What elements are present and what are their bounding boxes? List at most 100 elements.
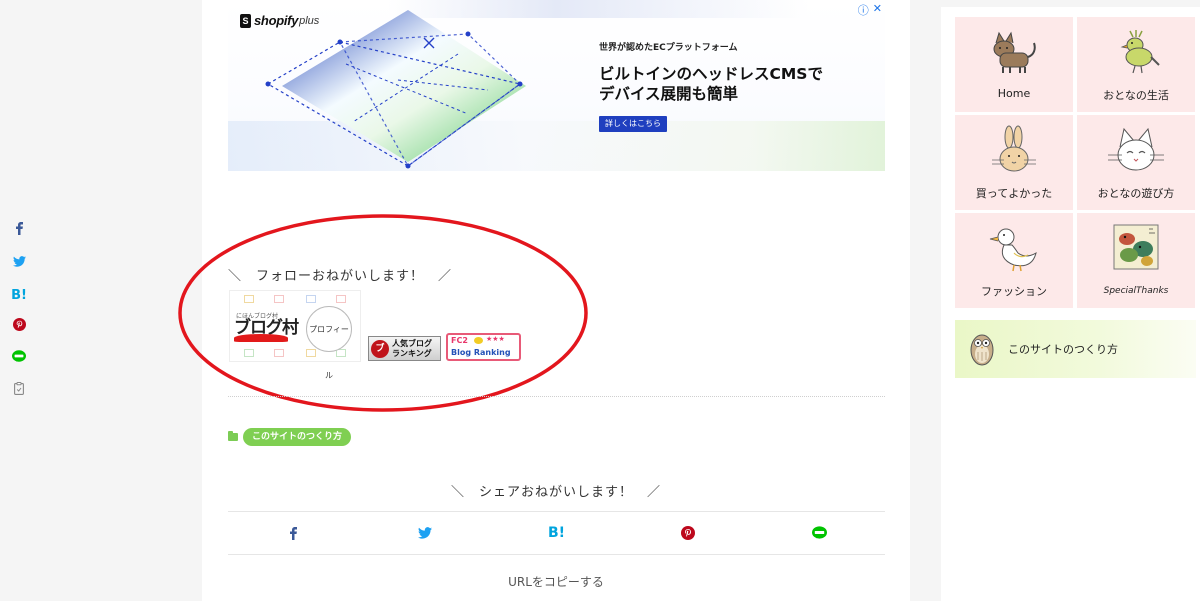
ad-diamond-graphic <box>265 10 526 169</box>
sidebar-item-home[interactable]: Home <box>955 17 1073 112</box>
ad-banner[interactable]: S shopify plus 世界が認めたECプラットフォーム ビルトインのヘッ… <box>228 0 885 171</box>
section-divider <box>228 396 885 397</box>
ninki-line1: 人気ブログ <box>392 339 432 348</box>
art-container <box>1077 125 1195 175</box>
ninki-blog-ranking-banner[interactable]: ブ 人気ブログ ランキング <box>368 336 441 361</box>
fc2-chick-icon <box>474 337 483 344</box>
folder-icon <box>228 431 238 441</box>
ad-controls: ⓘ ✕ <box>858 2 882 18</box>
birds-painting-icon <box>1113 224 1159 270</box>
sidebar-item-label: おとなの遊び方 <box>1097 187 1175 200</box>
share-buttons-row: B! <box>228 511 885 555</box>
floating-share-bar: B! <box>8 216 30 408</box>
ad-kicker: 世界が認めたECプラットフォーム <box>599 43 738 53</box>
facebook-icon <box>290 526 298 540</box>
twitter-share-button[interactable] <box>8 248 30 280</box>
main-content: S shopify plus 世界が認めたECプラットフォーム ビルトインのヘッ… <box>178 0 910 601</box>
facebook-share-button[interactable] <box>8 216 30 248</box>
shopify-bag-icon: S <box>240 13 251 28</box>
facebook-icon <box>15 222 23 235</box>
sidebar-item-label: ファッション <box>981 285 1047 298</box>
blogmura-swoosh <box>234 334 288 342</box>
sidebar-item-adult-life[interactable]: おとなの生活 <box>1077 17 1195 112</box>
share-heading-slash-right: ／ <box>647 485 662 500</box>
facebook-share-button-bottom[interactable] <box>228 512 359 554</box>
pinterest-share-button[interactable] <box>8 312 30 344</box>
hatena-bookmark-icon: B! <box>547 525 566 541</box>
art-container <box>955 125 1073 175</box>
art-container <box>955 27 1073 77</box>
cat-face-icon <box>1108 127 1164 171</box>
pencil-icon <box>336 295 346 303</box>
fc2-stars: ★★★ <box>486 335 505 343</box>
share-heading: ＼ シェアおねがいします！ ／ <box>202 481 910 500</box>
sidebar-item-label: おとなの生活 <box>1103 89 1169 102</box>
sidebar-item-fashion[interactable]: ファッション <box>955 213 1073 308</box>
line-share-button[interactable] <box>8 344 30 376</box>
ninki-text: 人気ブログ ランキング <box>392 339 432 359</box>
hatena-share-button-bottom[interactable]: B! <box>491 512 622 554</box>
art-container <box>1077 27 1195 77</box>
follow-heading: ＼ フォローおねがいします！ ／ <box>228 265 452 284</box>
shopify-plus-logo: S shopify plus <box>240 13 319 28</box>
pinterest-icon <box>680 526 695 540</box>
twitter-share-button-bottom[interactable] <box>359 512 490 554</box>
ad-info-icon[interactable]: ⓘ <box>858 2 869 18</box>
copy-icon <box>14 382 24 395</box>
note-icon <box>306 295 316 303</box>
pinterest-share-button-bottom[interactable] <box>622 512 753 554</box>
howto-label: このサイトのつくり方 <box>1008 343 1118 356</box>
ninki-line2: ランキング <box>392 349 432 358</box>
card-icon <box>244 349 254 357</box>
copy-url-button[interactable]: URLをコピーする <box>202 573 910 590</box>
follow-heading-text: フォローおねがいします！ <box>256 269 425 284</box>
line-icon <box>811 526 827 539</box>
ad-headline: ビルトインのヘッドレスCMSで デバイス展開も簡単 <box>599 64 823 104</box>
sidebar-item-special-thanks[interactable]: SpecialThanks <box>1077 213 1195 308</box>
cat-icon <box>993 31 1036 73</box>
sidebar: Home おとなの生活 買ってよかった おとなの遊び方 ファッション Speci… <box>941 7 1200 601</box>
fc2-label: FC2 <box>451 336 468 345</box>
ad-headline-line2: デバイス展開も簡単 <box>599 85 739 103</box>
fc2-blog-ranking-banner[interactable]: FC2 ★★★ Blog Ranking <box>446 333 521 361</box>
pinterest-icon <box>12 318 26 331</box>
blogmura-profile-circle: プロフィール <box>306 306 352 380</box>
sidebar-item-good-buys[interactable]: 買ってよかった <box>955 115 1073 210</box>
sidebar-item-site-howto[interactable]: このサイトのつくり方 <box>955 320 1196 378</box>
heading-slash-left: ＼ <box>228 269 243 284</box>
line-icon <box>12 350 26 362</box>
hatena-share-button[interactable]: B! <box>8 280 30 312</box>
sidebar-item-adult-play[interactable]: おとなの遊び方 <box>1077 115 1195 210</box>
ad-cta-button[interactable]: 詳しくはこちら <box>599 116 667 132</box>
sidebar-item-label: SpecialThanks <box>1103 286 1169 296</box>
duck-icon <box>989 228 1037 272</box>
folder-icon <box>306 349 316 357</box>
pen-icon <box>274 349 284 357</box>
heading-slash-right: ／ <box>438 269 453 284</box>
fc2-blog-ranking-text: Blog Ranking <box>451 348 511 357</box>
line-share-button-bottom[interactable] <box>754 512 885 554</box>
bird-icon <box>1120 30 1160 74</box>
crown-icon <box>244 295 254 303</box>
share-heading-text: シェアおねがいします！ <box>478 485 633 500</box>
rabbit-icon <box>992 125 1036 172</box>
doc-icon <box>274 295 284 303</box>
twitter-icon <box>418 527 433 539</box>
logo-brand-text: shopify <box>254 13 299 28</box>
logo-plus-text: plus <box>299 14 320 27</box>
sidebar-item-label: Home <box>997 87 1031 100</box>
owl-icon <box>970 334 994 366</box>
category-tag[interactable]: このサイトのつくり方 <box>243 428 352 446</box>
sidebar-menu-grid: Home おとなの生活 買ってよかった おとなの遊び方 ファッション Speci… <box>955 17 1196 308</box>
blogmura-profile-banner[interactable]: にほんブログ村 ブログ村 プロフィール <box>229 290 361 380</box>
art-container <box>1077 223 1195 273</box>
art-container <box>955 223 1073 273</box>
ad-close-icon[interactable]: ✕ <box>873 2 882 18</box>
category-row: このサイトのつくり方 <box>228 428 352 446</box>
hatena-bookmark-icon: B! <box>11 288 27 303</box>
sidebar-item-label: 買ってよかった <box>975 187 1053 200</box>
ninki-logo-icon: ブ <box>371 340 389 358</box>
twitter-icon <box>12 256 26 267</box>
copy-url-side-button[interactable] <box>8 376 30 408</box>
ad-headline-line1: ビルトインのヘッドレスCMSで <box>599 65 823 83</box>
